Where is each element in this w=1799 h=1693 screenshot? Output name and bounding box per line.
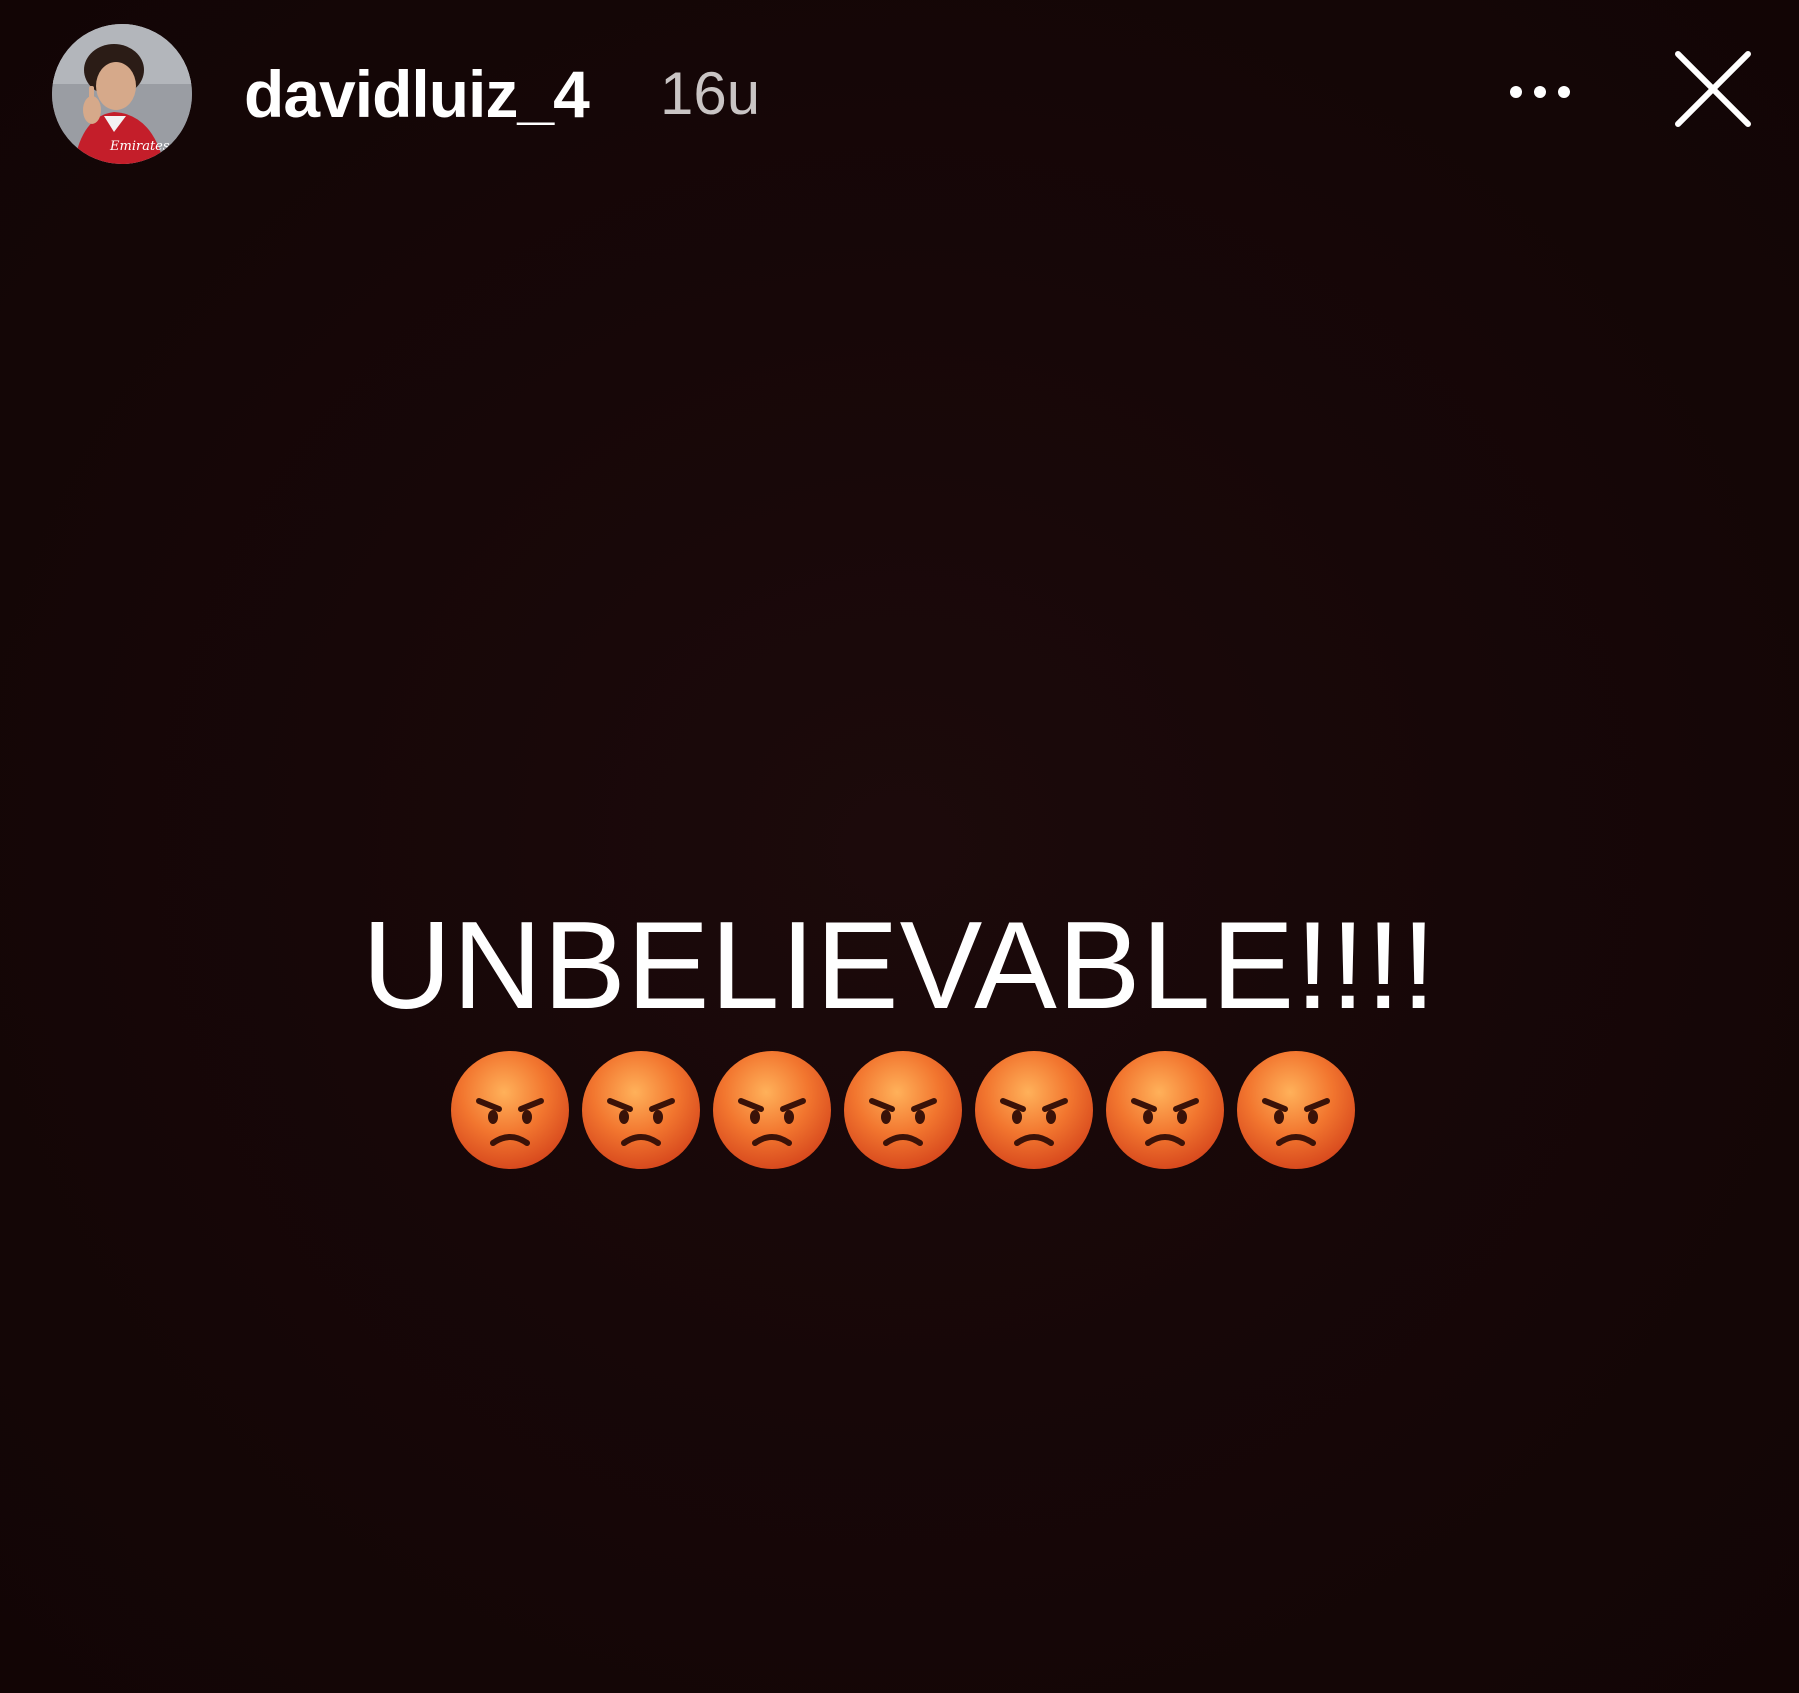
avatar-image: Emirates xyxy=(52,24,192,164)
angry-face-icon xyxy=(1104,1049,1226,1171)
svg-text:Emirates: Emirates xyxy=(109,139,170,154)
timestamp: 16u xyxy=(660,60,761,127)
angry-face-icon xyxy=(449,1049,571,1171)
story-view: Emirates davidluiz_4 16u UNBELIEVABLE!!!… xyxy=(0,0,1799,1693)
more-horizontal-icon xyxy=(1510,86,1570,98)
close-button[interactable] xyxy=(1672,48,1754,130)
angry-face-icon xyxy=(711,1049,833,1171)
angry-face-icon xyxy=(1235,1049,1357,1171)
emoji-row xyxy=(449,1049,1357,1173)
angry-face-icon xyxy=(842,1049,964,1171)
username[interactable]: davidluiz_4 xyxy=(244,58,590,130)
more-options-button[interactable] xyxy=(1500,72,1580,112)
angry-face-icon xyxy=(580,1049,702,1171)
story-headline: UNBELIEVABLE!!!! xyxy=(361,897,1438,1035)
angry-face-icon xyxy=(973,1049,1095,1171)
avatar[interactable]: Emirates xyxy=(52,24,192,164)
close-icon xyxy=(1675,51,1751,127)
